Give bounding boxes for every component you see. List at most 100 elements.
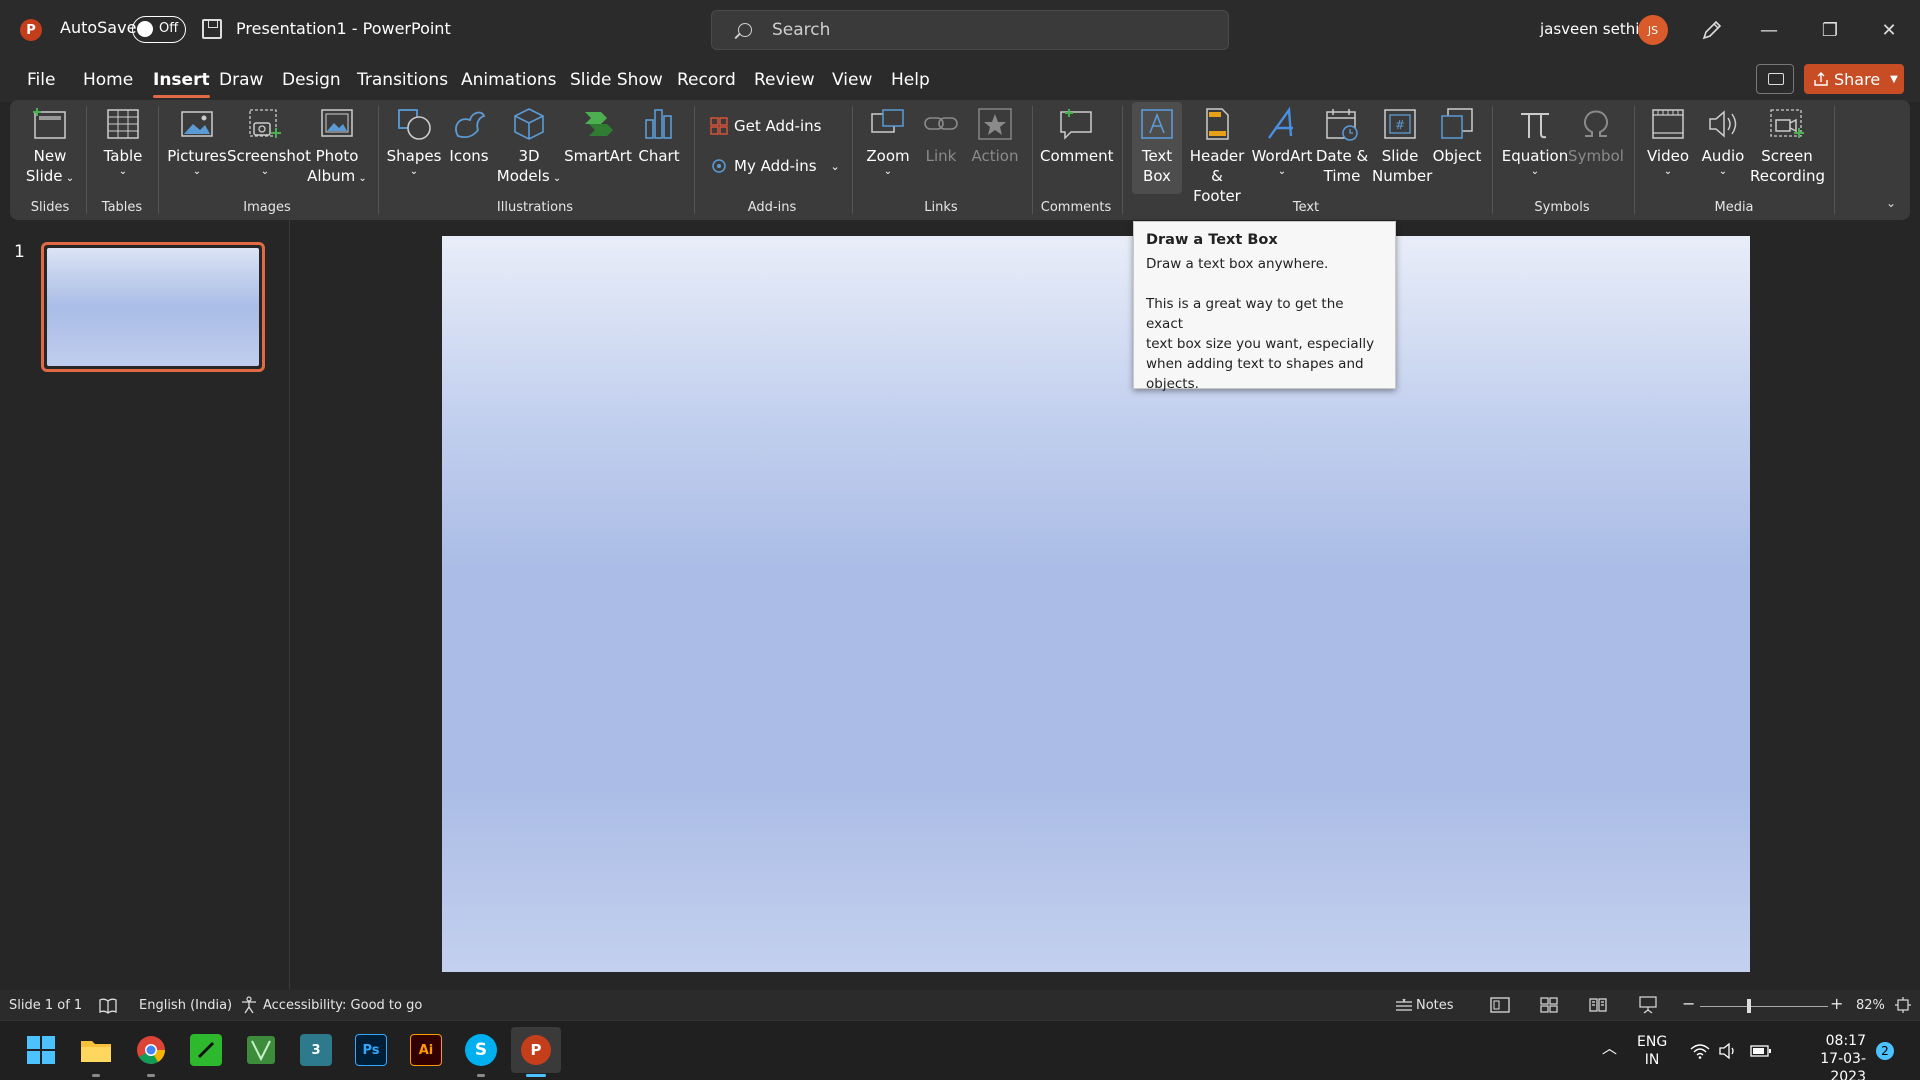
- autosave-toggle[interactable]: Off: [132, 16, 186, 43]
- omega-icon: [1583, 110, 1609, 137]
- spelling-book-icon[interactable]: [98, 997, 118, 1015]
- smartart-button[interactable]: SmartArt: [564, 106, 632, 166]
- search-input[interactable]: Search: [711, 10, 1229, 50]
- object-icon: [1441, 108, 1473, 139]
- video-button[interactable]: Video ⌄: [1642, 106, 1694, 178]
- zoom-button[interactable]: Zoom ⌄: [862, 106, 914, 178]
- action-button[interactable]: Action: [968, 106, 1022, 166]
- equation-button[interactable]: Equation ⌄: [1500, 106, 1570, 178]
- text-box-tooltip: Draw a Text Box Draw a text box anywhere…: [1133, 221, 1396, 392]
- symbol-button[interactable]: Symbol: [1568, 106, 1624, 166]
- 3ds-max-icon[interactable]: 3: [300, 1034, 332, 1066]
- clock-time: 08:17: [1825, 1033, 1866, 1049]
- save-icon[interactable]: [202, 19, 222, 39]
- get-addins-button[interactable]: Get Add-ins: [710, 117, 821, 135]
- zoom-out-button[interactable]: −: [1682, 994, 1695, 1013]
- slideshow-icon[interactable]: [1639, 996, 1657, 1014]
- user-name[interactable]: jasveen sethi: [1540, 20, 1639, 38]
- tab-transitions[interactable]: Transitions: [357, 70, 448, 90]
- tab-home[interactable]: Home: [83, 70, 133, 90]
- my-addins-button[interactable]: My Add-ins ⌄: [710, 157, 840, 175]
- tab-view[interactable]: View: [832, 70, 872, 90]
- skype-icon[interactable]: S: [465, 1034, 497, 1066]
- tab-review[interactable]: Review: [754, 70, 815, 90]
- comments-button[interactable]: [1756, 64, 1794, 94]
- chart-button[interactable]: Chart: [634, 106, 684, 166]
- volume-icon[interactable]: [1718, 1043, 1738, 1059]
- tab-insert[interactable]: Insert: [153, 70, 210, 98]
- text-box-button[interactable]: Text Box: [1132, 102, 1182, 194]
- avatar[interactable]: JS: [1638, 15, 1668, 45]
- table-button[interactable]: Table ⌄: [95, 106, 151, 178]
- date-time-button[interactable]: Date & Time: [1314, 106, 1370, 186]
- tab-animations[interactable]: Animations: [461, 70, 557, 90]
- powerpoint-taskbar-icon[interactable]: P: [511, 1027, 561, 1073]
- reading-view-icon[interactable]: [1589, 997, 1607, 1013]
- chevron-down-icon[interactable]: ▼: [1890, 74, 1898, 85]
- tab-design[interactable]: Design: [282, 70, 341, 90]
- slide-canvas[interactable]: [442, 236, 1750, 972]
- notification-badge[interactable]: 2: [1876, 1042, 1894, 1060]
- taskbar: 3 Ps Ai S P ︿ ENG IN 08:17 17-03-2023 2: [0, 1020, 1920, 1080]
- wifi-icon[interactable]: [1690, 1043, 1710, 1059]
- cube-icon: [514, 108, 544, 140]
- show-hidden-icons-button[interactable]: ︿: [1602, 1039, 1617, 1057]
- app-green-icon[interactable]: [190, 1034, 222, 1066]
- pen-icon[interactable]: [1700, 18, 1724, 42]
- link-button[interactable]: Link: [918, 106, 964, 166]
- windows-start-icon[interactable]: [25, 1034, 57, 1066]
- screenshot-button[interactable]: Screenshot ⌄: [227, 106, 311, 178]
- collapse-ribbon-icon[interactable]: ⌄: [1886, 196, 1896, 210]
- zoom-slider[interactable]: [1700, 1006, 1828, 1007]
- battery-icon[interactable]: [1750, 1045, 1772, 1057]
- minimize-button[interactable]: —: [1754, 16, 1784, 44]
- shapes-button[interactable]: Shapes ⌄: [386, 106, 442, 178]
- toggle-knob: [137, 21, 153, 37]
- share-button[interactable]: Share ▼: [1804, 64, 1904, 94]
- icons-button[interactable]: Icons: [444, 106, 494, 166]
- slide-sorter-icon[interactable]: [1540, 997, 1558, 1013]
- slide-number-button[interactable]: # Slide Number: [1372, 106, 1432, 186]
- restore-button[interactable]: ❐: [1815, 16, 1845, 44]
- object-button[interactable]: Object: [1430, 106, 1484, 166]
- zoom-slider-thumb[interactable]: [1747, 999, 1751, 1013]
- new-slide-button[interactable]: New Slide ⌄: [20, 106, 80, 189]
- slide-thumbnail[interactable]: [41, 242, 265, 372]
- zoom-in-button[interactable]: +: [1830, 994, 1843, 1013]
- zoom-level[interactable]: 82%: [1856, 998, 1885, 1013]
- chevron-down-icon: ⌄: [260, 166, 270, 177]
- tab-record[interactable]: Record: [677, 70, 736, 90]
- photoshop-icon[interactable]: Ps: [355, 1034, 387, 1066]
- document-title: Presentation1 - PowerPoint: [236, 19, 451, 38]
- chevron-down-icon[interactable]: ⌄: [831, 160, 840, 173]
- 3d-models-button[interactable]: 3D Models ⌄: [496, 106, 562, 189]
- photo-album-button[interactable]: Photo Album ⌄: [306, 106, 368, 189]
- notes-button[interactable]: Notes: [1416, 998, 1454, 1013]
- file-explorer-icon[interactable]: [80, 1034, 112, 1066]
- close-button[interactable]: ✕: [1874, 16, 1904, 44]
- normal-view-icon[interactable]: [1490, 997, 1510, 1013]
- header-footer-button[interactable]: Header & Footer: [1186, 106, 1248, 206]
- group-label-comments: Comments: [1040, 200, 1112, 215]
- wordart-button[interactable]: WordArt ⌄: [1250, 106, 1314, 178]
- ribbon-divider: [1492, 106, 1493, 214]
- chevron-down-icon: ⌄: [1530, 166, 1540, 177]
- fit-to-window-icon[interactable]: [1894, 996, 1912, 1014]
- accessibility-status[interactable]: Accessibility: Good to go: [263, 998, 422, 1013]
- tab-draw[interactable]: Draw: [219, 70, 263, 90]
- clock[interactable]: 08:17 17-03-2023: [1786, 1032, 1866, 1080]
- app-leaf-icon[interactable]: [245, 1034, 277, 1066]
- screen-recording-button[interactable]: Screen Recording: [1750, 106, 1825, 186]
- tab-help[interactable]: Help: [891, 70, 930, 90]
- comment-button[interactable]: Comment: [1040, 106, 1114, 166]
- language-line-1: ENG: [1637, 1034, 1668, 1050]
- pictures-button[interactable]: Pictures ⌄: [166, 106, 228, 178]
- tab-file[interactable]: File: [27, 70, 55, 90]
- language-status[interactable]: English (India): [139, 998, 232, 1013]
- running-indicator: [147, 1074, 155, 1077]
- audio-button[interactable]: Audio ⌄: [1696, 106, 1750, 178]
- tab-slide-show[interactable]: Slide Show: [570, 70, 663, 90]
- illustrator-icon[interactable]: Ai: [410, 1034, 442, 1066]
- chrome-icon[interactable]: [135, 1034, 167, 1066]
- language-indicator[interactable]: ENG IN: [1637, 1033, 1667, 1069]
